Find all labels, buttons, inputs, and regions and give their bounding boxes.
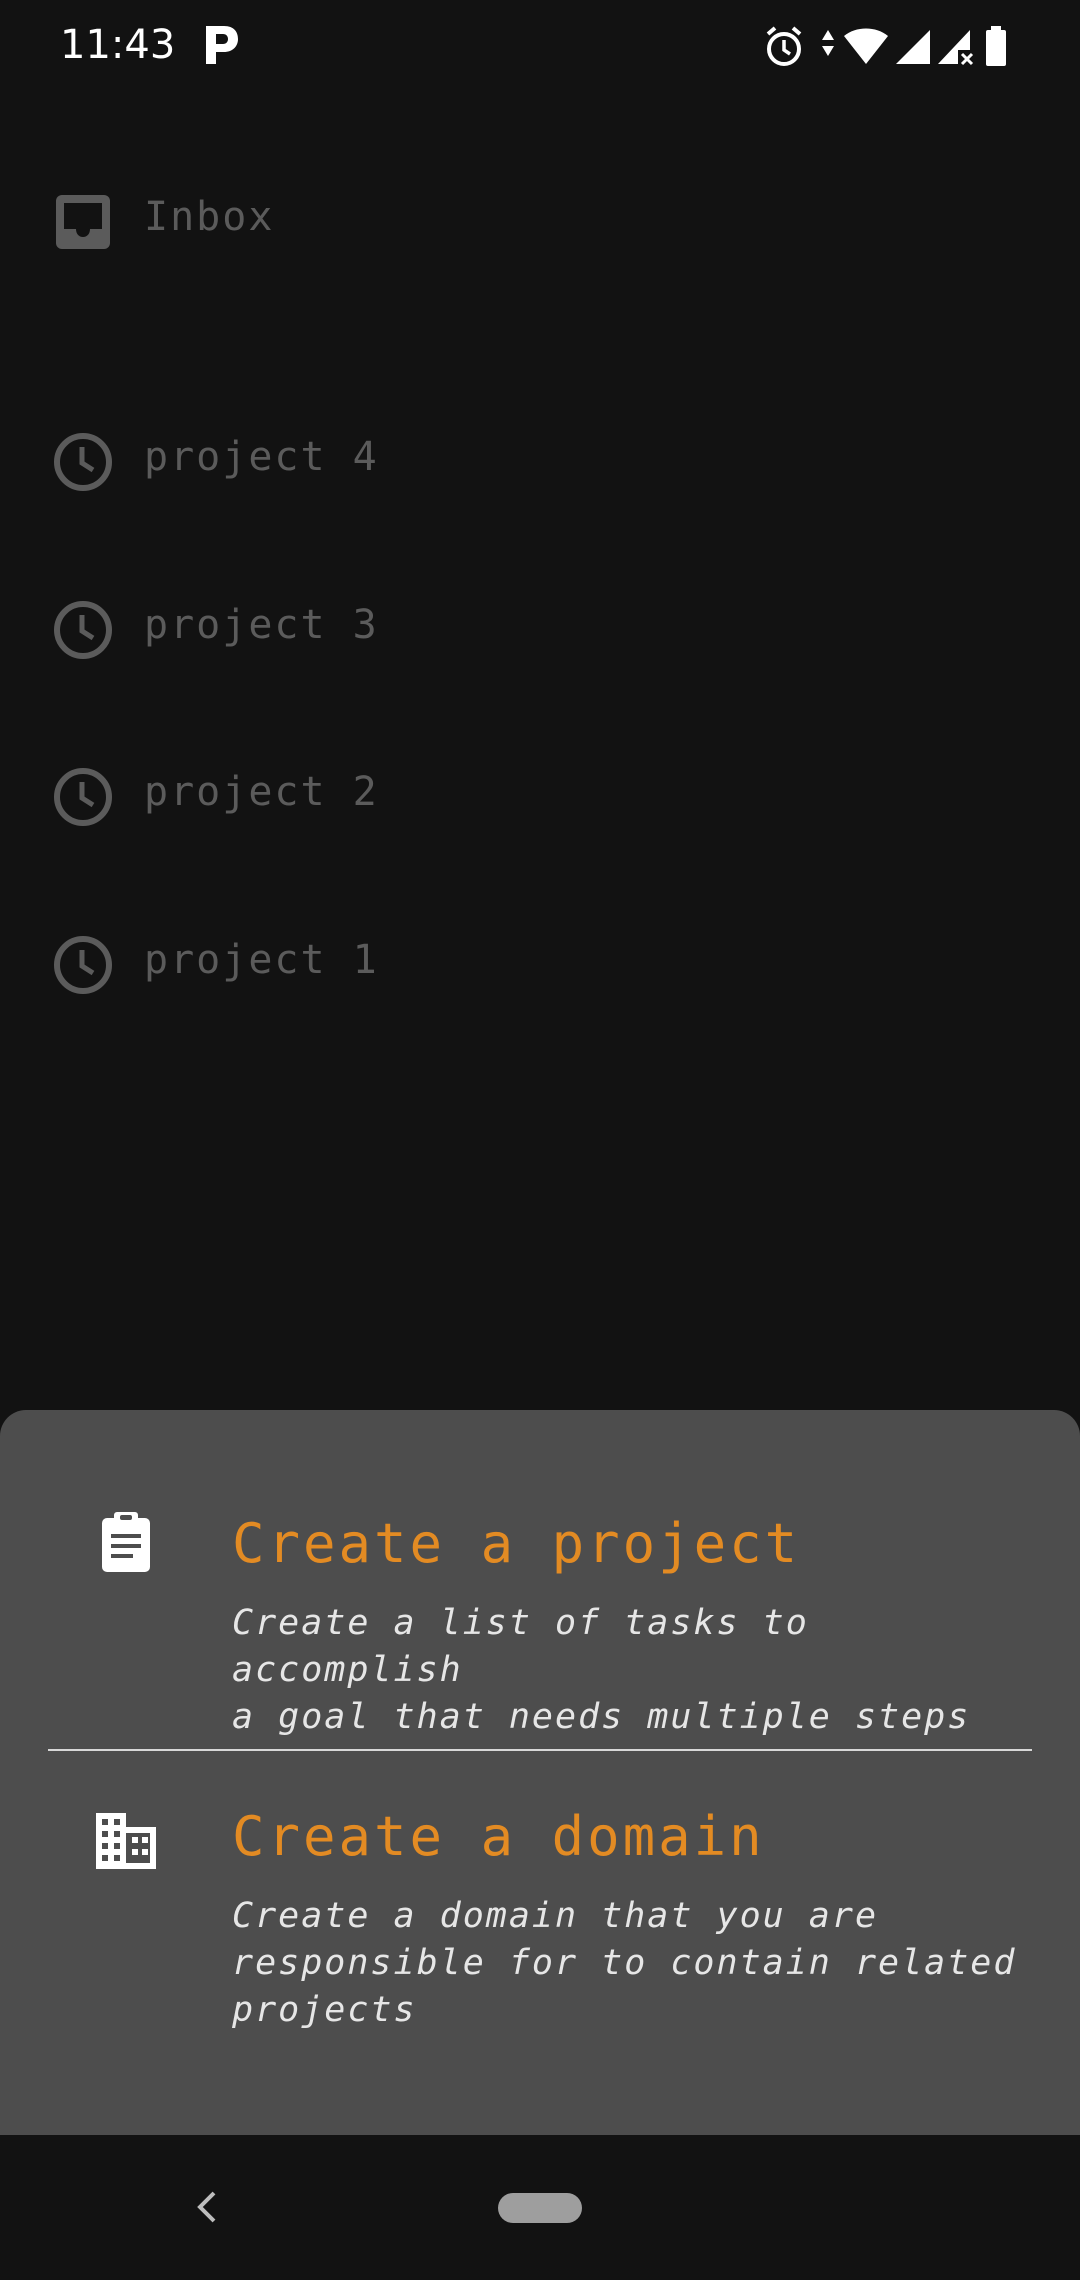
navigation-bar bbox=[0, 2135, 1080, 2280]
create-domain-title: Create a domain bbox=[232, 1805, 765, 1868]
home-pill[interactable] bbox=[498, 2193, 582, 2223]
status-time: 11:43 bbox=[60, 22, 176, 68]
battery-icon bbox=[986, 26, 1006, 66]
clock-icon bbox=[54, 433, 112, 491]
list-item-label: project 1 bbox=[144, 937, 379, 983]
list-item-label: project 4 bbox=[144, 434, 379, 480]
create-project-title: Create a project bbox=[232, 1512, 801, 1575]
data-arrows-icon bbox=[822, 30, 834, 56]
inbox-icon bbox=[56, 195, 110, 249]
alarm-icon bbox=[766, 26, 802, 66]
description-line: a goal that needs multiple steps bbox=[232, 1697, 971, 1737]
list-item-project-3[interactable]: project 3 bbox=[0, 568, 1080, 688]
p-app-icon bbox=[206, 26, 238, 64]
list-item-project-1[interactable]: project 1 bbox=[0, 903, 1080, 1023]
status-icons bbox=[764, 24, 1024, 70]
clock-icon bbox=[54, 936, 112, 994]
clipboard-icon bbox=[102, 1512, 150, 1572]
create-domain-option[interactable]: Create a domain Create a domain that you… bbox=[0, 1751, 1080, 2135]
list-item-project-4[interactable]: project 4 bbox=[0, 400, 1080, 520]
create-bottom-sheet: Create a project Create a list of tasks … bbox=[0, 1410, 1080, 2135]
wifi-icon bbox=[844, 28, 888, 64]
create-project-option[interactable]: Create a project Create a list of tasks … bbox=[0, 1410, 1080, 1748]
clock-icon bbox=[54, 768, 112, 826]
list-item-label: project 3 bbox=[144, 602, 379, 648]
status-bar: 11:43 bbox=[0, 0, 1080, 96]
list-item-label: project 2 bbox=[144, 769, 379, 815]
list-item-label: Inbox bbox=[144, 194, 275, 240]
list-item-project-2[interactable]: project 2 bbox=[0, 735, 1080, 855]
description-line: Create a domain that you are bbox=[232, 1896, 879, 1936]
list-item-inbox[interactable]: Inbox bbox=[0, 160, 1080, 280]
description-line: responsible for to contain related bbox=[232, 1943, 1017, 1983]
back-icon[interactable] bbox=[188, 2187, 228, 2227]
clock-icon bbox=[54, 601, 112, 659]
description-line: projects bbox=[232, 1990, 417, 2030]
signal-icon bbox=[896, 30, 930, 64]
create-project-description: Create a list of tasks to accomplish a g… bbox=[232, 1600, 1032, 1741]
description-line: Create a list of tasks to accomplish bbox=[232, 1603, 809, 1690]
screen: 11:43 Inbox project 4 project 3 project … bbox=[0, 0, 1080, 2280]
building-icon bbox=[96, 1813, 156, 1869]
create-domain-description: Create a domain that you are responsible… bbox=[232, 1893, 1032, 2034]
signal-no-data-icon bbox=[938, 30, 974, 66]
